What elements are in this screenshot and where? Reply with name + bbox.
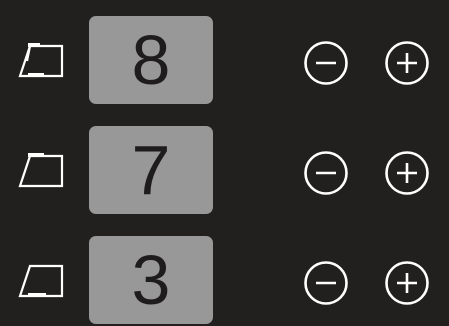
zone-level-value: 7 [131, 131, 171, 209]
minus-circle-icon [304, 261, 348, 305]
increase-button[interactable] [384, 260, 430, 306]
zone-level-display: 8 [89, 16, 213, 104]
minus-circle-icon [304, 41, 348, 85]
increase-button[interactable] [384, 150, 430, 196]
zone-row: 3 [0, 236, 449, 326]
plus-circle-icon [385, 261, 429, 305]
plus-circle-icon [385, 151, 429, 195]
decrease-button[interactable] [303, 260, 349, 306]
decrease-button[interactable] [303, 40, 349, 86]
zone-row: 7 [0, 126, 449, 216]
zone-row: 8 [0, 16, 449, 106]
decrease-button[interactable] [303, 150, 349, 196]
minus-circle-icon [304, 151, 348, 195]
increase-button[interactable] [384, 40, 430, 86]
zone-level-display: 3 [89, 236, 213, 324]
heating-zone-middle-icon [14, 148, 70, 196]
zone-level-display: 7 [89, 126, 213, 214]
zone-level-value: 8 [131, 21, 171, 99]
zone-level-value: 3 [131, 241, 171, 319]
plus-circle-icon [385, 41, 429, 85]
heating-zone-front-icon [14, 38, 70, 86]
control-panel: 8 7 3 [0, 0, 449, 326]
heating-zone-rear-icon [14, 258, 70, 306]
